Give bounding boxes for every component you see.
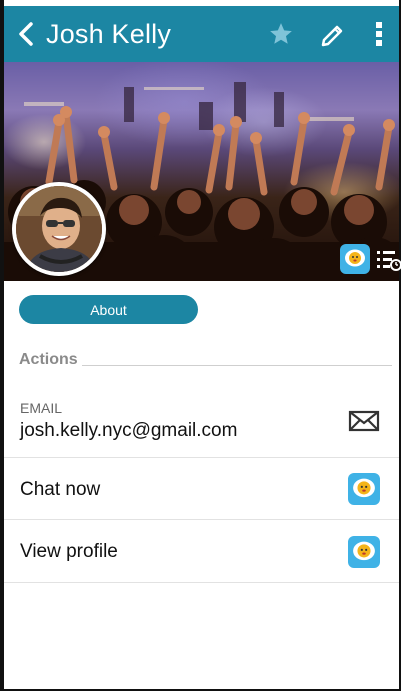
- mail-icon[interactable]: [348, 409, 380, 433]
- email-value: josh.kelly.nyc@gmail.com: [20, 420, 238, 441]
- view-profile-row[interactable]: View profile: [4, 520, 399, 583]
- chat-face-icon[interactable]: [348, 473, 380, 505]
- back-button[interactable]: [6, 6, 46, 62]
- chat-face-icon[interactable]: [348, 536, 380, 568]
- view-profile-label: View profile: [20, 541, 118, 562]
- edit-button[interactable]: [307, 6, 359, 62]
- about-button[interactable]: About: [19, 295, 198, 324]
- actions-section-header: Actions: [19, 351, 392, 369]
- star-icon: [270, 23, 292, 44]
- actions-section-label: Actions: [19, 351, 78, 368]
- chevron-left-icon: [19, 22, 33, 46]
- avatar[interactable]: [12, 182, 106, 276]
- timeline-icon[interactable]: [376, 248, 401, 272]
- chat-now-row[interactable]: Chat now: [4, 458, 399, 520]
- person-photo-icon: [16, 186, 102, 272]
- chat-face-icon[interactable]: [340, 244, 370, 274]
- app-bar: Josh Kelly: [4, 6, 399, 62]
- pencil-icon: [321, 25, 343, 47]
- email-row[interactable]: EMAIL josh.kelly.nyc@gmail.com: [4, 390, 399, 458]
- more-vert-icon: [376, 22, 382, 46]
- chat-now-label: Chat now: [20, 479, 101, 500]
- avatar-photo: [16, 186, 102, 272]
- contact-name-title: Josh Kelly: [46, 18, 172, 49]
- section-divider: [81, 364, 392, 366]
- email-label: EMAIL: [20, 400, 63, 416]
- chat-face-glyph: [345, 249, 365, 267]
- favorite-button[interactable]: [255, 6, 307, 62]
- more-options-button[interactable]: [359, 6, 399, 62]
